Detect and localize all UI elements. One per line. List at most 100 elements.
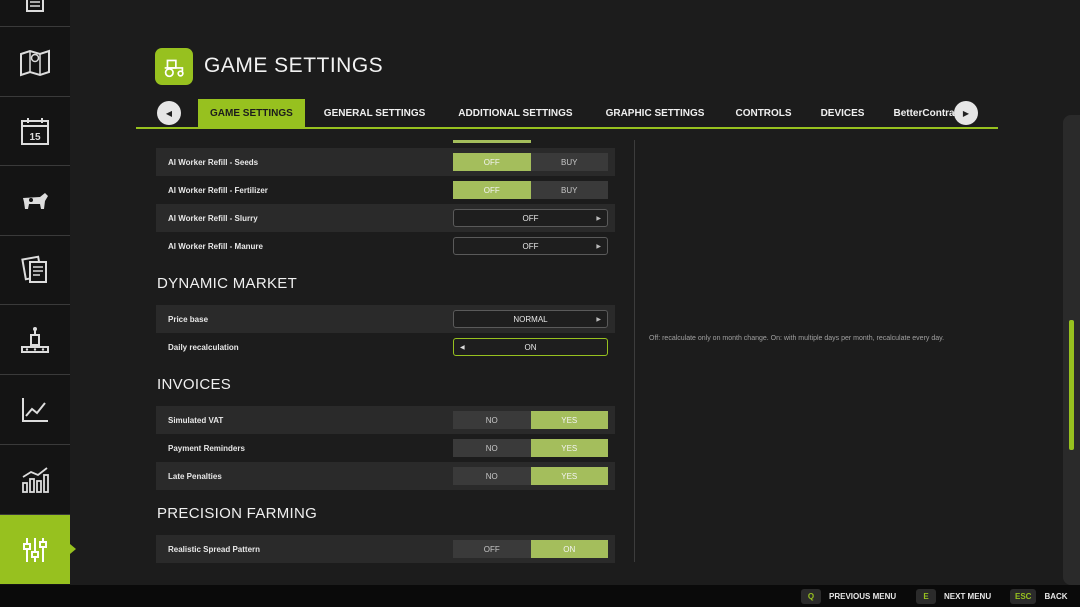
- setting-label: Price base: [168, 314, 209, 324]
- setting-label: Simulated VAT: [168, 415, 224, 425]
- setting-row-payment-reminders: Payment Reminders NO YES: [156, 434, 615, 462]
- late-penalties-toggle[interactable]: NO YES: [453, 467, 608, 485]
- setting-row-ai-refill-slurry: AI Worker Refill - Slurry OFF ▶: [156, 204, 615, 232]
- contracts-icon: [21, 255, 47, 283]
- tab-additional-settings[interactable]: ADDITIONAL SETTINGS: [446, 99, 584, 128]
- map-icon: [20, 49, 50, 77]
- option-off[interactable]: OFF: [453, 540, 531, 558]
- hint-label: BACK: [1044, 591, 1068, 601]
- calendar-day-text: 15: [29, 132, 41, 143]
- tractor-icon: [164, 59, 184, 77]
- tab-prev-button[interactable]: ◀: [157, 101, 181, 125]
- arrow-right-icon: ▶: [962, 108, 970, 118]
- option-no[interactable]: NO: [453, 467, 531, 485]
- setting-row-ai-refill-seeds: AI Worker Refill - Seeds OFF BUY: [156, 148, 615, 176]
- caret-right-icon[interactable]: ▶: [596, 243, 601, 250]
- hint-next-menu[interactable]: E NEXT MENU: [916, 588, 991, 604]
- ai-refill-seeds-toggle[interactable]: OFF BUY: [453, 153, 608, 171]
- hint-back[interactable]: ESC BACK: [1010, 588, 1068, 604]
- production-icon: [21, 327, 49, 353]
- sidebar-item-contracts[interactable]: [0, 236, 70, 305]
- option-buy[interactable]: BUY: [530, 153, 608, 171]
- setting-row-ai-refill-manure: AI Worker Refill - Manure OFF ▶: [156, 232, 615, 260]
- setting-label: Late Penalties: [168, 471, 222, 481]
- scrolled-option-stub: [453, 140, 531, 143]
- select-value: OFF: [522, 213, 539, 223]
- option-yes[interactable]: YES: [530, 439, 608, 457]
- setting-row-realistic-spread-pattern: Realistic Spread Pattern OFF ON: [156, 535, 615, 563]
- simulated-vat-toggle[interactable]: NO YES: [453, 411, 608, 429]
- ai-refill-fertilizer-toggle[interactable]: OFF BUY: [453, 181, 608, 199]
- statistics-icon: [22, 467, 49, 493]
- select-value: OFF: [522, 241, 539, 251]
- hint-previous-menu[interactable]: Q PREVIOUS MENU: [801, 588, 896, 604]
- sidebar: 15: [0, 0, 70, 585]
- ai-refill-slurry-select[interactable]: OFF ▶: [453, 209, 608, 227]
- option-no[interactable]: NO: [453, 439, 531, 457]
- realistic-spread-pattern-toggle[interactable]: OFF ON: [453, 540, 608, 558]
- tab-next-button[interactable]: ▶: [954, 101, 978, 125]
- setting-label: Realistic Spread Pattern: [168, 544, 261, 554]
- option-off[interactable]: OFF: [453, 181, 531, 199]
- section-title-invoices: INVOICES: [157, 376, 232, 393]
- sidebar-item-production[interactable]: [0, 306, 70, 375]
- key-badge: ESC: [1010, 588, 1037, 604]
- setting-row-price-base: Price base NORMAL ▶: [156, 305, 615, 333]
- arrow-left-icon: ◀: [165, 108, 173, 118]
- prices-chart-icon: [22, 398, 48, 422]
- setting-label: Payment Reminders: [168, 443, 245, 453]
- page-title: GAME SETTINGS: [204, 54, 384, 77]
- setting-label: AI Worker Refill - Slurry: [168, 213, 258, 223]
- tab-devices[interactable]: DEVICES: [809, 99, 877, 128]
- hint-label: NEXT MENU: [944, 591, 992, 601]
- tabs-underline: [136, 127, 998, 129]
- caret-left-icon[interactable]: ◀: [460, 344, 465, 351]
- section-title-precision-farming: PRECISION FARMING: [157, 505, 318, 522]
- sidebar-item-prices[interactable]: [0, 376, 70, 445]
- select-value: ON: [524, 342, 537, 352]
- setting-row-ai-refill-fertilizer: AI Worker Refill - Fertilizer OFF BUY: [156, 176, 615, 204]
- payment-reminders-toggle[interactable]: NO YES: [453, 439, 608, 457]
- daily-recalculation-select[interactable]: ◀ ON: [453, 338, 608, 356]
- section-title-dynamic-market: DYNAMIC MARKET: [157, 275, 298, 292]
- game-settings-logo: [155, 48, 193, 85]
- settings-tabs: GAME SETTINGS GENERAL SETTINGS ADDITIONA…: [198, 99, 986, 128]
- select-value: NORMAL: [513, 314, 548, 324]
- setting-help-text: Off: recalculate only on month change. O…: [649, 335, 945, 342]
- animals-icon: [23, 193, 48, 209]
- sidebar-item-statistics[interactable]: [0, 446, 70, 515]
- option-yes[interactable]: YES: [530, 467, 608, 485]
- settings-icon: [23, 537, 47, 562]
- option-yes[interactable]: YES: [530, 411, 608, 429]
- active-indicator-arrow: [70, 544, 76, 554]
- option-no[interactable]: NO: [453, 411, 531, 429]
- tab-general-settings[interactable]: GENERAL SETTINGS: [312, 99, 438, 128]
- sidebar-item-settings[interactable]: [0, 515, 70, 584]
- notes-icon: [26, 0, 44, 12]
- caret-right-icon[interactable]: ▶: [596, 215, 601, 222]
- price-base-select[interactable]: NORMAL ▶: [453, 310, 608, 328]
- key-badge: E: [916, 588, 936, 604]
- setting-row-simulated-vat: Simulated VAT NO YES: [156, 406, 615, 434]
- hint-label: PREVIOUS MENU: [829, 591, 897, 601]
- option-off[interactable]: OFF: [453, 153, 531, 171]
- sidebar-item-animals[interactable]: [0, 167, 70, 236]
- setting-label: Daily recalculation: [168, 342, 239, 352]
- key-badge: Q: [801, 588, 821, 604]
- tab-graphic-settings[interactable]: GRAPHIC SETTINGS: [594, 99, 717, 128]
- option-on[interactable]: ON: [530, 540, 608, 558]
- tab-game-settings[interactable]: GAME SETTINGS: [198, 99, 305, 128]
- sidebar-item-notes[interactable]: [0, 0, 70, 27]
- setting-label: AI Worker Refill - Seeds: [168, 157, 259, 167]
- sidebar-item-map[interactable]: [0, 28, 70, 97]
- tab-controls[interactable]: CONTROLS: [723, 99, 803, 128]
- sidebar-item-calendar[interactable]: 15: [0, 97, 70, 166]
- caret-right-icon[interactable]: ▶: [596, 316, 601, 323]
- calendar-icon: 15: [21, 118, 49, 145]
- ai-refill-manure-select[interactable]: OFF ▶: [453, 237, 608, 255]
- setting-row-late-penalties: Late Penalties NO YES: [156, 462, 615, 490]
- option-buy[interactable]: BUY: [530, 181, 608, 199]
- setting-label: AI Worker Refill - Fertilizer: [168, 185, 268, 195]
- panel-divider: [634, 140, 635, 562]
- scrollbar-thumb[interactable]: [1069, 320, 1074, 450]
